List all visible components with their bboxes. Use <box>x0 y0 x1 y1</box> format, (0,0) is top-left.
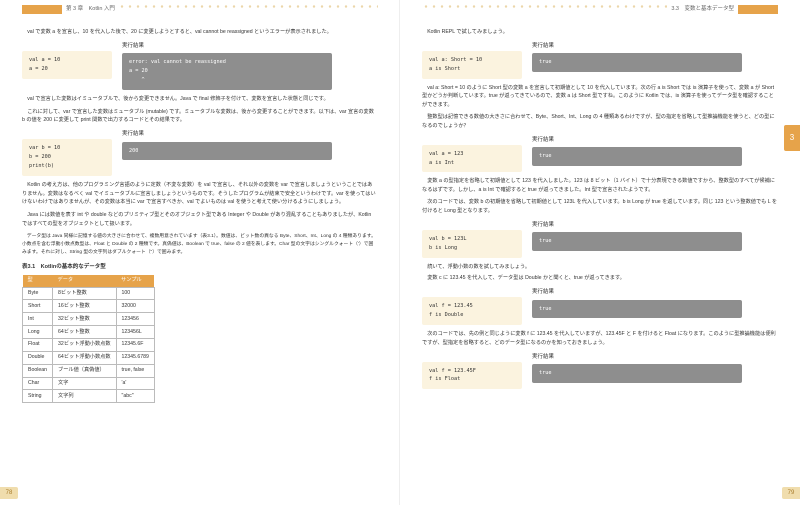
para: 変数 c に 123.45 を代入して、データ型は Double かと聞くと、t… <box>422 274 778 283</box>
th: データ <box>53 275 116 287</box>
result-col: 実行結果 true <box>532 136 742 173</box>
table-row: Float32ビット浮動小数点数12345.6F <box>23 338 155 351</box>
result-block: true <box>532 364 742 383</box>
code-col: val a: Short = 10 a is Short <box>422 42 522 79</box>
page-number-right: 79 <box>782 487 800 499</box>
code-col: var b = 10 b = 200 print(b) <box>22 130 112 176</box>
code-block: val b = 123L b is Long <box>422 230 522 258</box>
code-row-2: var b = 10 b = 200 print(b) 実行結果 200 <box>22 130 377 176</box>
running-head-left: 第 3 章 Kotlin 入門 <box>22 5 378 14</box>
result-label: 実行結果 <box>532 288 742 297</box>
runhead-right-label: 3.3 変数と基本データ型 <box>667 5 738 14</box>
page-right: 3.3 変数と基本データ型 3 Kotlin REPL で試してみましょう。 v… <box>400 0 800 505</box>
result-col: 実行結果 error: val cannot be reassigned a =… <box>122 42 332 90</box>
para: Java には数値を表す int や double などのプリミティブ型とそのオ… <box>22 211 377 229</box>
table-row: Byte8ビット整数100 <box>23 287 155 300</box>
table-row: Double64ビット浮動小数点数12345.6789 <box>23 351 155 364</box>
type-table: 型 データ サンプル Byte8ビット整数100 Short16ビット整数320… <box>22 275 155 403</box>
code-row-1: val a = 10 a = 20 実行結果 error: val cannot… <box>22 42 377 90</box>
code-block: val f = 123.45F f is Float <box>422 362 522 390</box>
page-left: 第 3 章 Kotlin 入門 val で変数 a を宣言し、10 を代入した後… <box>0 0 400 505</box>
table-caption: 表3.1 Kotlinの基本的なデータ型 <box>22 263 377 272</box>
th: 型 <box>23 275 53 287</box>
code-row-4r: val f = 123.45 f is Double 実行結果 true <box>422 288 778 325</box>
result-col: 実行結果 200 <box>122 130 332 176</box>
result-block: true <box>532 53 742 72</box>
para: val で宣言した変数はイミュータブルで、後から変更できません。Java で f… <box>22 95 377 104</box>
book-spread: 第 3 章 Kotlin 入門 val で変数 a を宣言し、10 を代入した後… <box>0 0 800 505</box>
table-row: Int32ビット整数123456 <box>23 313 155 326</box>
right-content: Kotlin REPL で試してみましょう。 val a: Short = 10… <box>422 28 778 389</box>
code-row-3r: val b = 123L b is Long 実行結果 true <box>422 221 778 258</box>
para: データ型は Java 同様に記憶する値の大きさに合わせて、複数用意されています（… <box>22 233 377 257</box>
para: 続いて、浮動小数の数を試してみましょう。 <box>422 263 778 272</box>
code-col: val f = 123.45F f is Float <box>422 353 522 390</box>
code-block: val f = 123.45 f is Double <box>422 297 522 325</box>
code-block: val a = 123 a is Int <box>422 145 522 173</box>
table-row: Short16ビット整数32000 <box>23 300 155 313</box>
table-row: Long64ビット整数123456L <box>23 326 155 339</box>
para: Kotlin の考え方は、他のプログラミング言語のように定数（不変な変数）を v… <box>22 181 377 208</box>
page-number-left: 78 <box>0 487 18 499</box>
code-row-1r: val a: Short = 10 a is Short 実行結果 true <box>422 42 778 79</box>
code-block: val a: Short = 10 a is Short <box>422 51 522 79</box>
result-label: 実行結果 <box>122 130 332 139</box>
result-block: true <box>532 147 742 166</box>
code-col: val a = 123 a is Int <box>422 136 522 173</box>
result-col: 実行結果 true <box>532 221 742 258</box>
table-row: Char文字'a' <box>23 377 155 390</box>
para: Kotlin REPL で試してみましょう。 <box>422 28 778 37</box>
code-row-5r: val f = 123.45F f is Float 実行結果 true <box>422 353 778 390</box>
result-block: 200 <box>122 142 332 161</box>
runhead-left-label: 第 3 章 Kotlin 入門 <box>62 5 119 14</box>
para: val で変数 a を宣言し、10 を代入した後で、20 に変更しようとすると、… <box>22 28 377 37</box>
table-row: Booleanブール値（真偽値）true, false <box>23 364 155 377</box>
para: これに対して、var で宣言した変数はミュータブル (mutable) です。ミ… <box>22 108 377 126</box>
result-label: 実行結果 <box>532 353 742 362</box>
th: サンプル <box>116 275 154 287</box>
table-head-row: 型 データ サンプル <box>23 275 155 287</box>
result-label: 実行結果 <box>532 221 742 230</box>
result-col: 実行結果 true <box>532 353 742 390</box>
result-block: true <box>532 232 742 251</box>
code-col: val f = 123.45 f is Double <box>422 288 522 325</box>
table-body: Byte8ビット整数100 Short16ビット整数32000 Int32ビット… <box>23 287 155 403</box>
runhead-swatch <box>738 5 778 14</box>
code-block: val a = 10 a = 20 <box>22 51 112 79</box>
para: 整数型は記憶できる数値の大きさに合わせて、Byte、Short、Int、Long… <box>422 113 778 131</box>
para: 変数 a の型指定を省略して初期値として 123 を代入しました。123 は 8… <box>422 177 778 195</box>
result-block: true <box>532 300 742 319</box>
para: 次のコードでは、変数 b の初期値を省略して初期値として 123L を代入してい… <box>422 198 778 216</box>
result-block: error: val cannot be reassigned a = 20 ^ <box>122 53 332 90</box>
runhead-swatch <box>22 5 62 14</box>
code-block: var b = 10 b = 200 print(b) <box>22 139 112 176</box>
code-row-2r: val a = 123 a is Int 実行結果 true <box>422 136 778 173</box>
para: val a: Short = 10 のように Short 型の変数 a を宣言し… <box>422 84 778 111</box>
table-row: String文字列"abc" <box>23 390 155 403</box>
chapter-thumb-tab: 3 <box>784 125 800 151</box>
left-content: val で変数 a を宣言し、10 を代入した後で、20 に変更しようとすると、… <box>22 28 377 403</box>
code-col: val b = 123L b is Long <box>422 221 522 258</box>
result-col: 実行結果 true <box>532 288 742 325</box>
running-head-right: 3.3 変数と基本データ型 <box>422 5 778 14</box>
result-label: 実行結果 <box>532 136 742 145</box>
result-label: 実行結果 <box>122 42 332 51</box>
result-label: 実行結果 <box>532 42 742 51</box>
code-col: val a = 10 a = 20 <box>22 42 112 90</box>
para: 次のコードでは、先の例と同じように変数 f に 123.45 を代入していますが… <box>422 330 778 348</box>
result-col: 実行結果 true <box>532 42 742 79</box>
